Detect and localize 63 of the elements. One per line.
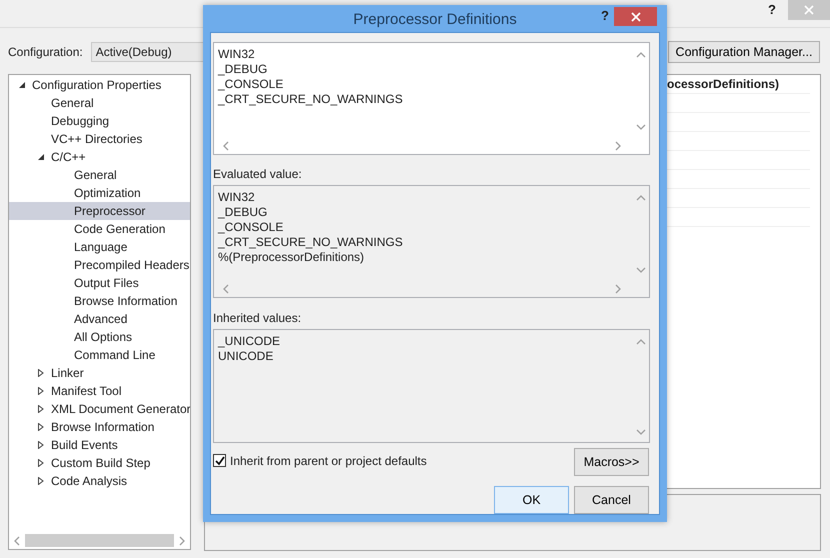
- inherited-field: _UNICODE UNICODE: [213, 329, 650, 443]
- close-icon: [630, 12, 640, 22]
- scroll-up-icon[interactable]: [636, 194, 646, 202]
- dialog-title: Preprocessor Definitions: [353, 11, 517, 28]
- tree-item[interactable]: C/C++: [9, 148, 190, 166]
- close-button[interactable]: [614, 7, 657, 26]
- collapsed-arrow-icon[interactable]: [37, 405, 45, 413]
- collapsed-arrow-icon[interactable]: [37, 477, 45, 485]
- scroll-right-icon[interactable]: [614, 284, 622, 294]
- tree-item[interactable]: Build Events: [9, 436, 190, 454]
- dialog-button[interactable]: OK: [494, 486, 569, 514]
- definitions-field[interactable]: WIN32 _DEBUG _CONSOLE _CRT_SECURE_NO_WARNINGS: [213, 42, 650, 155]
- configuration-manager-button[interactable]: Configuration Manager...: [668, 41, 820, 63]
- collapsed-arrow-icon[interactable]: [37, 423, 45, 431]
- tree-item[interactable]: Browse Information: [9, 418, 190, 436]
- evaluated-field: WIN32 _DEBUG _CONSOLE _CRT_SECURE_NO_WARNINGS %(PreprocessorDefinitions): [213, 185, 650, 298]
- collapsed-arrow-icon[interactable]: [37, 459, 45, 467]
- tree-item[interactable]: Output Files: [9, 274, 190, 292]
- help-label[interactable]: ?: [601, 8, 609, 23]
- collapsed-arrow-icon[interactable]: [37, 369, 45, 377]
- tree-item[interactable]: Code Analysis: [9, 472, 190, 490]
- tree-item[interactable]: General: [9, 166, 190, 184]
- scroll-left-icon[interactable]: [13, 536, 21, 546]
- close-icon: [804, 5, 814, 15]
- tree-item[interactable]: Command Line: [9, 346, 190, 364]
- scrollbar-thumb[interactable]: [25, 534, 174, 547]
- tree-item[interactable]: Advanced: [9, 310, 190, 328]
- collapsed-arrow-icon[interactable]: [37, 441, 45, 449]
- collapsed-arrow-icon[interactable]: [37, 387, 45, 395]
- inherit-checkbox[interactable]: [213, 454, 226, 467]
- evaluated-label: Evaluated value:: [213, 167, 303, 181]
- tree-item[interactable]: Optimization: [9, 184, 190, 202]
- dialog-button[interactable]: Cancel: [574, 486, 649, 514]
- scroll-right-icon[interactable]: [614, 140, 622, 150]
- scroll-down-icon[interactable]: [636, 266, 646, 274]
- tree-item[interactable]: Browse Information: [9, 292, 190, 310]
- inherited-label: Inherited values:: [213, 311, 302, 325]
- scroll-down-icon[interactable]: [636, 428, 646, 436]
- inherit-label: Inherit from parent or project defaults: [230, 454, 427, 468]
- tree-item[interactable]: Manifest Tool: [9, 382, 190, 400]
- scroll-left-icon[interactable]: [222, 284, 230, 294]
- scroll-up-icon[interactable]: [636, 51, 646, 59]
- tree-item[interactable]: Configuration Properties: [9, 76, 190, 94]
- tree-item[interactable]: Preprocessor: [9, 202, 190, 220]
- tree-item[interactable]: General: [9, 94, 190, 112]
- tree-item[interactable]: Linker: [9, 364, 190, 382]
- macros-button[interactable]: Macros>>: [574, 448, 649, 476]
- help-label[interactable]: ?: [768, 2, 776, 17]
- scroll-down-icon[interactable]: [636, 123, 646, 131]
- tree-item[interactable]: Code Generation: [9, 220, 190, 238]
- scroll-left-icon[interactable]: [222, 140, 230, 150]
- tree-item[interactable]: Custom Build Step: [9, 454, 190, 472]
- tree-item[interactable]: Precompiled Headers: [9, 256, 190, 274]
- tree-item[interactable]: Debugging: [9, 112, 190, 130]
- tree-item[interactable]: Language: [9, 238, 190, 256]
- tree-item[interactable]: All Options: [9, 328, 190, 346]
- expanded-arrow-icon[interactable]: [37, 153, 45, 161]
- expanded-arrow-icon[interactable]: [18, 81, 26, 89]
- tree-item[interactable]: VC++ Directories: [9, 130, 190, 148]
- scroll-right-icon[interactable]: [178, 536, 186, 546]
- scroll-up-icon[interactable]: [636, 338, 646, 346]
- configuration-label: Configuration:: [8, 45, 83, 59]
- property-value: ocessorDefinitions): [667, 76, 780, 93]
